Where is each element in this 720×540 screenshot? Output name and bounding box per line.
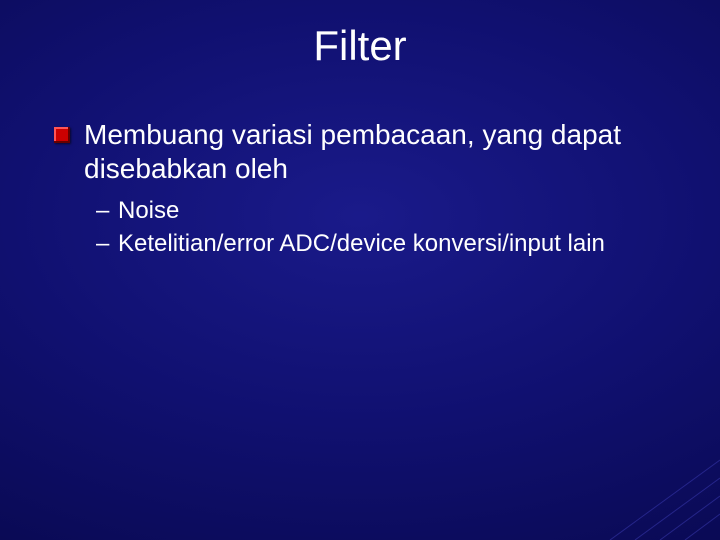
dash-icon: – [96,228,109,260]
bullet-level1-text: Membuang variasi pembacaan, yang dapat d… [84,119,621,184]
slide-body: Membuang variasi pembacaan, yang dapat d… [54,118,680,260]
bullet-level2: – Ketelitian/error ADC/device konversi/i… [54,228,680,260]
slide-title: Filter [0,22,720,70]
bullet-level2-text: Ketelitian/error ADC/device konversi/inp… [118,230,605,257]
bullet-icon [54,127,70,143]
bullet-level2: – Noise [54,195,680,227]
bullet-level1: Membuang variasi pembacaan, yang dapat d… [54,118,680,185]
slide: Filter Membuang variasi pembacaan, yang … [0,0,720,540]
decorative-corner-lines [600,420,720,540]
dash-icon: – [96,195,109,227]
bullet-level2-text: Noise [118,197,179,224]
